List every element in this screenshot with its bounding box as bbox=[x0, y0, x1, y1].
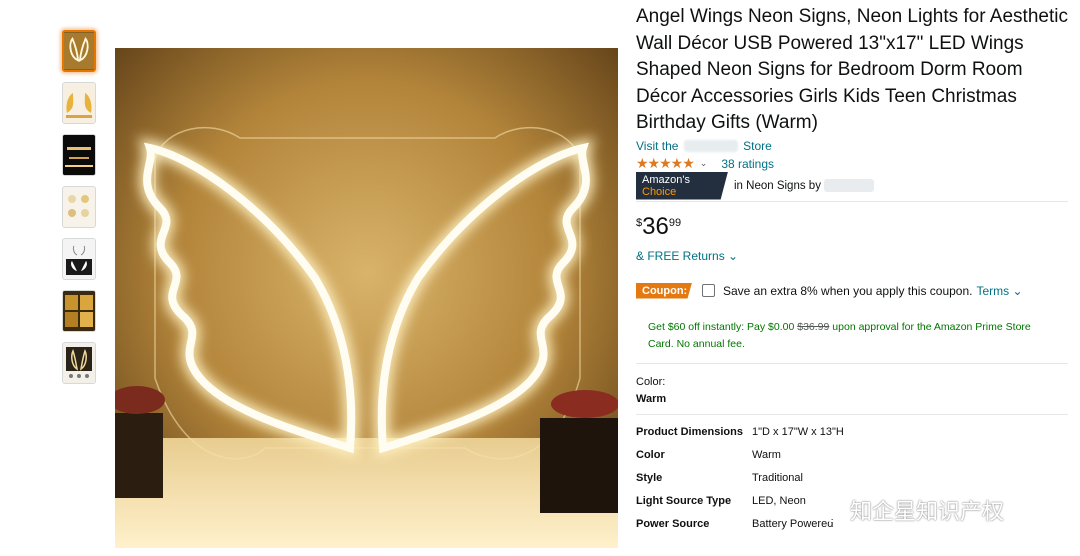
chevron-down-icon[interactable]: ⌄ bbox=[700, 158, 708, 169]
store-suffix: Store bbox=[743, 138, 772, 153]
store-prefix: Visit the bbox=[636, 138, 679, 153]
badge-choice: Choice bbox=[642, 185, 677, 198]
ratings-count-link[interactable]: 38 ratings bbox=[721, 157, 774, 171]
thumbnail-5[interactable] bbox=[62, 238, 96, 280]
brand-redacted bbox=[823, 179, 874, 192]
amazons-choice-badge[interactable]: Amazon's Choice bbox=[636, 171, 728, 200]
thumbnail-1[interactable] bbox=[62, 30, 96, 72]
coupon-badge: Coupon: bbox=[636, 282, 692, 299]
thumbnail-strip bbox=[62, 30, 98, 394]
spec-row: Product Dimensions 1"D x 17"W x 13"H bbox=[636, 421, 1066, 444]
spec-value: Traditional bbox=[752, 471, 803, 484]
coupon-checkbox[interactable] bbox=[702, 284, 715, 297]
thumbnail-7[interactable] bbox=[62, 342, 96, 384]
spec-key: Power Source bbox=[636, 517, 710, 530]
angel-wings-neon-image bbox=[115, 48, 618, 548]
spec-key: Product Dimensions bbox=[636, 425, 743, 438]
thumbnail-4[interactable] bbox=[62, 186, 96, 228]
spec-key: Color bbox=[636, 448, 665, 461]
thumbnail-2[interactable] bbox=[62, 82, 96, 124]
color-selector: Color: Warm bbox=[636, 374, 1068, 408]
price-fraction: 99 bbox=[668, 216, 682, 229]
price-whole: 36 bbox=[642, 212, 669, 240]
price: $ 36 99 bbox=[636, 212, 1068, 244]
prime-card-offer[interactable]: Get $60 off instantly: Pay $0.00 $36.99 … bbox=[648, 319, 1058, 353]
free-returns-link[interactable]: & FREE Returns ⌄ bbox=[636, 249, 1068, 263]
visit-store-link[interactable]: Visit the Store bbox=[636, 139, 772, 153]
spec-row: Style Traditional bbox=[636, 467, 1066, 490]
badge-amazons: Amazon's bbox=[642, 173, 690, 186]
spec-value: Warm bbox=[752, 448, 781, 461]
watermark-text: 知企星知识产权 bbox=[850, 500, 1005, 525]
product-details-panel: Angel Wings Neon Signs, Neon Lights for … bbox=[636, 4, 1068, 536]
spec-key: Style bbox=[636, 471, 663, 484]
divider bbox=[636, 362, 1068, 364]
divider bbox=[636, 413, 1068, 415]
amazons-choice-row: Amazon's Choice in Neon Signs by bbox=[636, 171, 1068, 200]
rating-row: ★★★★★ ⌄ 38 ratings bbox=[636, 155, 1068, 172]
coupon-terms-link[interactable]: Terms ⌄ bbox=[977, 284, 1023, 298]
chat-bubble-icon bbox=[809, 498, 843, 522]
color-value: Warm bbox=[636, 392, 667, 405]
thumbnail-3[interactable] bbox=[62, 134, 96, 176]
main-product-image[interactable] bbox=[115, 48, 618, 548]
spec-value: 1"D x 17"W x 13"H bbox=[752, 425, 844, 438]
coupon-row: Coupon: Save an extra 8% when you apply … bbox=[636, 282, 1068, 299]
thumbnail-6[interactable] bbox=[62, 290, 96, 332]
color-label: Color: bbox=[636, 375, 666, 388]
star-rating-icon[interactable]: ★★★★★ bbox=[636, 155, 695, 172]
divider bbox=[636, 200, 1068, 202]
spec-key: Light Source Type bbox=[636, 494, 732, 507]
prime-offer-before: Get $60 off instantly: Pay $0.00 bbox=[648, 320, 795, 333]
prime-offer-strike: $36.99 bbox=[797, 320, 830, 333]
spec-row: Color Warm bbox=[636, 444, 1066, 467]
coupon-text: Save an extra 8% when you apply this cou… bbox=[723, 283, 973, 298]
store-name-redacted bbox=[683, 139, 738, 152]
watermark: 知企星知识产权 bbox=[808, 494, 1004, 526]
product-title: Angel Wings Neon Signs, Neon Lights for … bbox=[636, 6, 1068, 133]
choice-category-text: in Neon Signs by bbox=[734, 179, 821, 192]
